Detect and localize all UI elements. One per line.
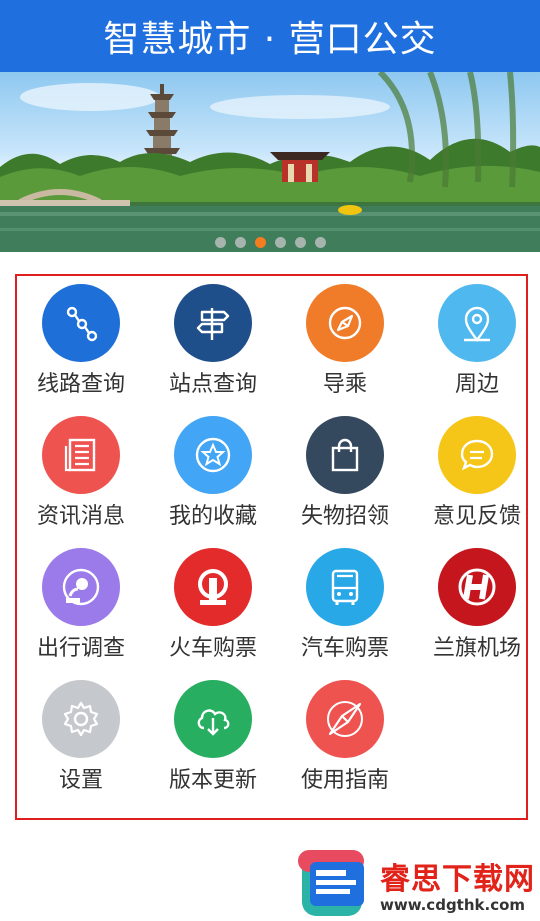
carousel-dot[interactable]: [314, 237, 326, 248]
menu-item-label: 失物招领: [300, 504, 389, 529]
menu-item-shopping-bag[interactable]: 失物招领: [279, 406, 411, 538]
guide-compass-icon: [306, 680, 384, 758]
menu-item-label: 设置: [58, 768, 103, 793]
carousel-dot[interactable]: [294, 237, 306, 248]
menu-item-survey-person[interactable]: 出行调查: [15, 538, 147, 670]
menu-item-star[interactable]: 我的收藏: [147, 406, 279, 538]
menu-item-chat-bubble[interactable]: 意见反馈: [411, 406, 540, 538]
menu-item-label: 版本更新: [168, 768, 257, 793]
survey-person-icon: [42, 548, 120, 626]
cloud-download-icon: [174, 680, 252, 758]
menu-item-signpost[interactable]: 站点查询: [147, 274, 279, 406]
menu-item-label: 线路查询: [36, 372, 125, 397]
menu-item-location-pin[interactable]: 周边: [411, 274, 540, 406]
banner-carousel[interactable]: [0, 72, 540, 252]
function-menu-grid: 线路查询 站点查询 导乘 周边资讯消息 我的收藏 失物招领 意见反馈出行调查 火车购票 汽车购票…: [15, 274, 528, 820]
menu-item-label: 火车购票: [168, 636, 257, 661]
menu-item-label: 站点查询: [168, 372, 257, 397]
menu-item-route[interactable]: 线路查询: [15, 274, 147, 406]
menu-item-guide-compass[interactable]: 使用指南: [279, 670, 411, 802]
carousel-dot[interactable]: [254, 237, 266, 248]
chat-bubble-icon: [438, 416, 516, 494]
menu-item-label: 汽车购票: [300, 636, 389, 661]
app-title-bar: 智慧城市 · 营口公交: [0, 0, 540, 72]
carousel-indicator: [0, 237, 540, 248]
railway-logo-icon: [174, 548, 252, 626]
watermark-url: www.cdgthk.com: [380, 896, 526, 914]
gear-icon: [42, 680, 120, 758]
watermark: 睿思下载网 www.cdgthk.com: [296, 850, 540, 921]
menu-item-label: 导乘: [322, 372, 367, 397]
menu-item-bus[interactable]: 汽车购票: [279, 538, 411, 670]
watermark-logo-icon: [298, 850, 364, 916]
airport-logo-icon: [438, 548, 516, 626]
location-pin-icon: [438, 284, 516, 362]
menu-item-label: 兰旗机场: [432, 636, 521, 661]
newspaper-icon: [42, 416, 120, 494]
star-icon: [174, 416, 252, 494]
menu-item-compass[interactable]: 导乘: [279, 274, 411, 406]
menu-item-cloud-download[interactable]: 版本更新: [147, 670, 279, 802]
menu-item-newspaper[interactable]: 资讯消息: [15, 406, 147, 538]
app-title: 智慧城市 · 营口公交: [103, 19, 437, 60]
menu-item-gear[interactable]: 设置: [15, 670, 147, 802]
menu-item-airport-logo[interactable]: 兰旗机场: [411, 538, 540, 670]
menu-item-label: 资讯消息: [36, 504, 125, 529]
banner-image: [0, 72, 540, 252]
menu-item-label: 使用指南: [300, 768, 389, 793]
menu-item-label: 意见反馈: [432, 504, 521, 529]
menu-item-railway-logo[interactable]: 火车购票: [147, 538, 279, 670]
menu-item-label: 我的收藏: [168, 504, 257, 529]
carousel-dot[interactable]: [274, 237, 286, 248]
signpost-icon: [174, 284, 252, 362]
shopping-bag-icon: [306, 416, 384, 494]
route-icon: [42, 284, 120, 362]
carousel-dot[interactable]: [234, 237, 246, 248]
compass-icon: [306, 284, 384, 362]
menu-item-label: 出行调查: [36, 636, 125, 661]
watermark-site-name: 睿思下载网: [380, 862, 535, 897]
menu-item-label: 周边: [454, 372, 499, 397]
bus-icon: [306, 548, 384, 626]
carousel-dot[interactable]: [214, 237, 226, 248]
